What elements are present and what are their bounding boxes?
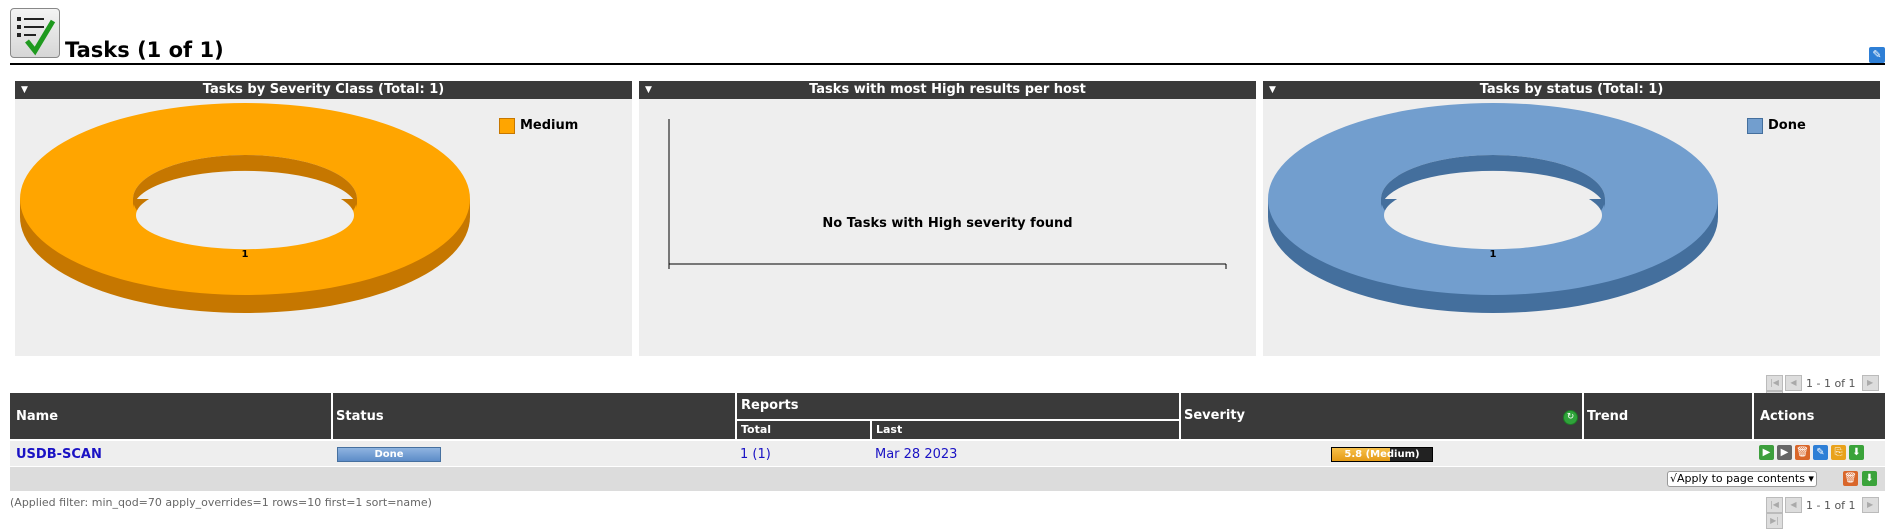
page-title: Tasks (1 of 1) xyxy=(65,38,224,62)
column-header-reports: Reports xyxy=(737,393,1179,419)
pager-text: 1 - 1 of 1 xyxy=(1806,498,1856,512)
bulk-trash-icon[interactable]: 🗑 xyxy=(1843,471,1858,486)
applied-filter-text: (Applied filter: min_qod=70 apply_overri… xyxy=(10,496,432,509)
last-report-link[interactable]: Mar 28 2023 xyxy=(875,447,957,462)
panel-title: Tasks by Severity Class (Total: 1) xyxy=(202,82,445,97)
apply-to-select[interactable]: √Apply to page contents ▾ xyxy=(1667,471,1817,487)
column-header-actions: Actions xyxy=(1754,393,1885,439)
panel-header[interactable]: ▼ Tasks by status (Total: 1) xyxy=(1263,81,1880,99)
previous-page-icon[interactable]: ◀ xyxy=(1785,375,1802,391)
donut-hole xyxy=(1384,181,1602,250)
column-header-status[interactable]: Status xyxy=(333,393,735,439)
severity-bar: 5.8 (Medium) xyxy=(1331,447,1433,462)
legend-swatch xyxy=(1747,118,1763,134)
severity-donut-chart: 1 xyxy=(20,103,470,313)
next-page-icon[interactable]: ▶ xyxy=(1861,375,1879,391)
legend-label: Done xyxy=(1768,118,1806,133)
clone-task-icon[interactable]: ⎘ xyxy=(1831,445,1846,460)
chart-panel-severity: ▼ Tasks by Severity Class (Total: 1) 1 M… xyxy=(15,81,632,356)
trash-task-icon[interactable]: 🗑 xyxy=(1795,445,1810,460)
next-page-icon[interactable]: ▶ xyxy=(1861,497,1879,513)
pager-bottom: |◀ ◀ 1 - 1 of 1 ▶▶| xyxy=(1764,497,1895,529)
column-header-total[interactable]: Total xyxy=(737,421,870,439)
first-page-icon[interactable]: |◀ xyxy=(1766,497,1783,513)
chart-panel-status: ▼ Tasks by status (Total: 1) 1 Done xyxy=(1263,81,1880,356)
export-task-icon[interactable]: ⬇ xyxy=(1849,445,1864,460)
status-donut-chart: 1 xyxy=(1268,103,1718,313)
title-divider xyxy=(10,63,1885,65)
pager-text: 1 - 1 of 1 xyxy=(1806,376,1856,390)
previous-page-icon[interactable]: ◀ xyxy=(1785,497,1802,513)
column-header-name[interactable]: Name xyxy=(10,393,331,439)
task-name-link[interactable]: USDB-SCAN xyxy=(16,447,102,462)
slice-value-label: 1 xyxy=(242,249,249,260)
collapse-triangle-icon[interactable]: ▼ xyxy=(645,81,652,99)
start-task-icon[interactable]: ▶ xyxy=(1759,445,1774,460)
collapse-triangle-icon[interactable]: ▼ xyxy=(21,81,28,99)
legend-swatch xyxy=(499,118,515,134)
donut-hole xyxy=(136,181,354,250)
panel-header[interactable]: ▼ Tasks with most High results per host xyxy=(639,81,1256,99)
slice-value-label: 1 xyxy=(1490,249,1497,260)
no-data-message: No Tasks with High severity found xyxy=(822,216,1073,231)
column-header-trend: Trend xyxy=(1584,393,1752,439)
collapse-triangle-icon[interactable]: ▼ xyxy=(1269,81,1276,99)
chart-panel-high-results: ▼ Tasks with most High results per host … xyxy=(639,81,1256,356)
severity-refresh-icon[interactable]: ↻ xyxy=(1563,410,1578,425)
resume-task-icon[interactable]: ▶ xyxy=(1777,445,1792,460)
reports-total-link[interactable]: 1 (1) xyxy=(740,447,771,462)
legend-label: Medium xyxy=(520,118,579,133)
column-header-last[interactable]: Last xyxy=(872,421,1179,439)
bulk-export-icon[interactable]: ⬇ xyxy=(1862,471,1877,486)
bulk-action-bar xyxy=(10,467,1885,491)
first-page-icon[interactable]: |◀ xyxy=(1766,375,1783,391)
edit-task-wrench-icon[interactable]: ✎ xyxy=(1813,445,1828,460)
panel-header[interactable]: ▼ Tasks by Severity Class (Total: 1) xyxy=(15,81,632,99)
pager-top: |◀◀1 - 1 of 1▶▶| xyxy=(1764,375,1895,407)
edit-filter-wrench-icon[interactable]: ✎ xyxy=(1869,47,1885,63)
severity-text: 5.8 (Medium) xyxy=(1344,449,1420,460)
column-header-severity[interactable]: Severity xyxy=(1181,393,1582,439)
panel-title: Tasks with most High results per host xyxy=(809,82,1086,97)
tasks-logo-icon xyxy=(10,8,60,58)
panel-title: Tasks by status (Total: 1) xyxy=(1479,82,1664,97)
status-badge: Done xyxy=(337,447,441,462)
